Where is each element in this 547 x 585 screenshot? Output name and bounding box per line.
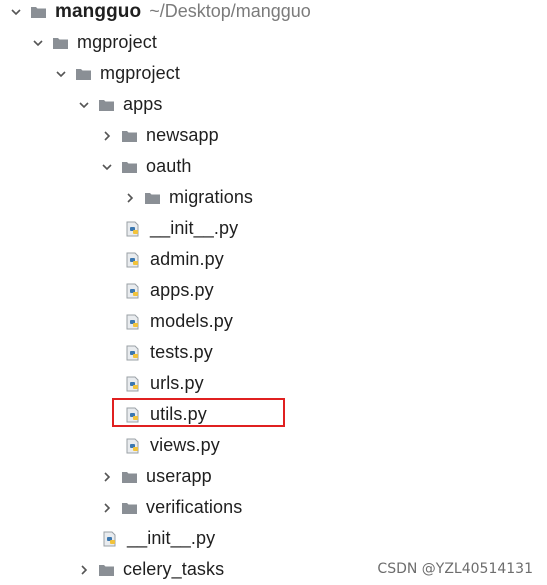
chevron-right-icon[interactable]	[122, 190, 138, 206]
tree-item-label: utils.py	[150, 404, 207, 424]
tree-item-apps-init[interactable]: __init__.py	[0, 523, 540, 554]
tree-item-label: tests.py	[150, 342, 213, 362]
folder-path: ~/Desktop/mangguo	[149, 1, 311, 21]
tree-item-label: mangguo	[55, 0, 142, 22]
folder-icon	[121, 500, 138, 516]
tree-item-mgproject-inner[interactable]: mgproject	[0, 58, 540, 89]
tree-item-file-init[interactable]: __init__.py	[0, 213, 540, 244]
project-tree: mangguo ~/Desktop/mangguo mgproject mgpr…	[0, 0, 547, 583]
folder-icon	[75, 66, 92, 82]
tree-item-apps[interactable]: apps	[0, 89, 540, 120]
tree-item-mangguo[interactable]: mangguo ~/Desktop/mangguo	[0, 0, 540, 27]
tree-item-file-apps[interactable]: apps.py	[0, 275, 540, 306]
tree-item-label: mgproject	[100, 63, 180, 83]
folder-icon	[121, 159, 138, 175]
tree-item-label: apps.py	[150, 280, 214, 300]
tree-item-file-admin[interactable]: admin.py	[0, 244, 540, 275]
tree-item-migrations[interactable]: migrations	[0, 182, 540, 213]
tree-item-file-utils[interactable]: utils.py	[0, 399, 540, 430]
tree-item-label: __init__.py	[127, 528, 216, 548]
python-file-icon	[125, 345, 142, 361]
tree-item-label: mgproject	[77, 32, 157, 52]
tree-item-label: newsapp	[146, 125, 219, 145]
chevron-right-icon[interactable]	[76, 562, 92, 578]
tree-item-file-views[interactable]: views.py	[0, 430, 540, 461]
python-file-icon	[125, 252, 142, 268]
folder-icon	[98, 97, 115, 113]
tree-item-file-tests[interactable]: tests.py	[0, 337, 540, 368]
tree-item-verifications[interactable]: verifications	[0, 492, 540, 523]
chevron-right-icon[interactable]	[99, 469, 115, 485]
tree-item-newsapp[interactable]: newsapp	[0, 120, 540, 151]
tree-item-label: apps	[123, 94, 163, 114]
tree-item-label: verifications	[146, 497, 243, 517]
python-file-icon	[102, 531, 119, 547]
tree-item-file-urls[interactable]: urls.py	[0, 368, 540, 399]
python-file-icon	[125, 314, 142, 330]
tree-item-label: oauth	[146, 156, 192, 176]
folder-icon	[121, 128, 138, 144]
chevron-down-icon[interactable]	[30, 35, 46, 51]
tree-item-label: models.py	[150, 311, 233, 331]
tree-item-label: __init__.py	[150, 218, 239, 238]
python-file-icon	[125, 407, 142, 423]
tree-item-mgproject[interactable]: mgproject	[0, 27, 540, 58]
chevron-right-icon[interactable]	[99, 128, 115, 144]
tree-item-label: views.py	[150, 435, 220, 455]
folder-icon	[30, 4, 47, 20]
tree-item-oauth[interactable]: oauth	[0, 151, 540, 182]
chevron-right-icon[interactable]	[99, 500, 115, 516]
folder-icon	[121, 469, 138, 485]
chevron-down-icon[interactable]	[76, 97, 92, 113]
python-file-icon	[125, 283, 142, 299]
folder-icon	[52, 35, 69, 51]
tree-item-userapp[interactable]: userapp	[0, 461, 540, 492]
chevron-down-icon[interactable]	[99, 159, 115, 175]
tree-item-file-models[interactable]: models.py	[0, 306, 540, 337]
tree-item-label: urls.py	[150, 373, 204, 393]
python-file-icon	[125, 376, 142, 392]
tree-item-label: migrations	[169, 187, 254, 207]
python-file-icon	[125, 438, 142, 454]
chevron-down-icon[interactable]	[53, 66, 69, 82]
python-file-icon	[125, 221, 142, 237]
chevron-down-icon[interactable]	[8, 4, 24, 20]
tree-item-label: admin.py	[150, 249, 224, 269]
tree-item-label: userapp	[146, 466, 212, 486]
folder-icon	[144, 190, 161, 206]
tree-item-label: celery_tasks	[123, 559, 225, 579]
folder-icon	[98, 562, 115, 578]
watermark: CSDN @YZL40514131	[377, 561, 533, 577]
